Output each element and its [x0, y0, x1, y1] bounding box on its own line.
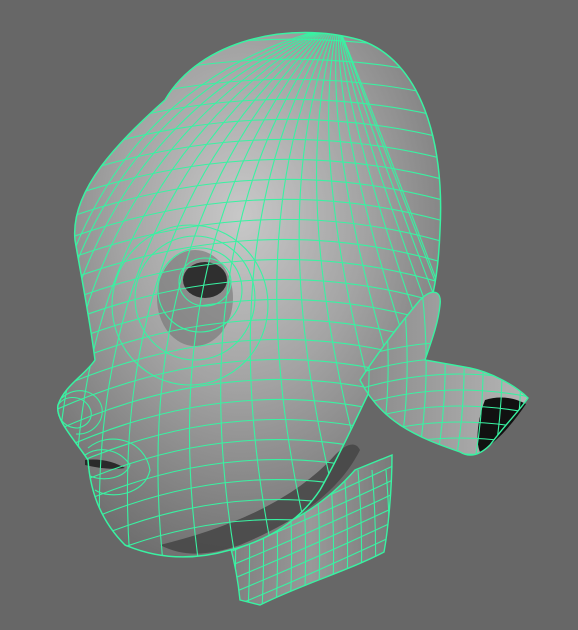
- modeling-viewport[interactable]: [0, 0, 578, 630]
- viewport-canvas[interactable]: [0, 0, 578, 630]
- wire-edge: [512, 292, 522, 456]
